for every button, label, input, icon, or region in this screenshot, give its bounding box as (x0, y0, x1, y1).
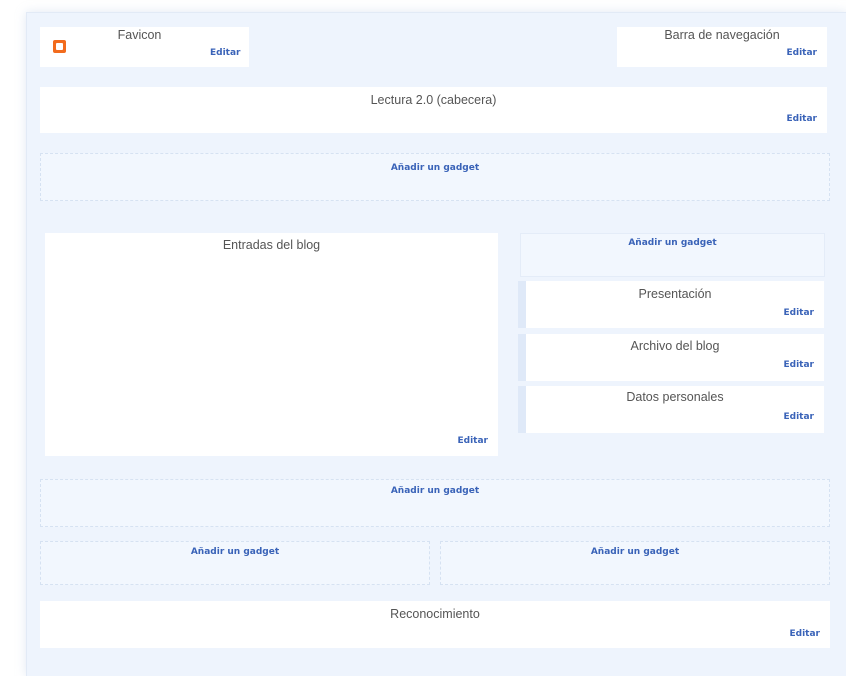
add-gadget-link[interactable]: Añadir un gadget (41, 163, 829, 173)
profile-edit-link[interactable]: Editar (784, 412, 815, 422)
header-widget: Lectura 2.0 (cabecera) Editar (40, 87, 827, 133)
add-gadget-link[interactable]: Añadir un gadget (521, 238, 824, 248)
blog-archive-title: Archivo del blog (630, 339, 720, 353)
header-edit-link[interactable]: Editar (787, 114, 818, 124)
drag-handle[interactable] (518, 281, 526, 328)
attribution-edit-link[interactable]: Editar (790, 629, 821, 639)
add-gadget-link[interactable]: Añadir un gadget (41, 547, 429, 557)
add-gadget-zone-footer-left: Añadir un gadget (40, 541, 430, 585)
add-gadget-zone-footer-right: Añadir un gadget (440, 541, 830, 585)
page-canvas: Favicon Editar Barra de navegación Edita… (0, 0, 846, 676)
drag-handle[interactable] (518, 386, 526, 433)
add-gadget-zone-sidebar: Añadir un gadget (520, 233, 825, 277)
blog-posts-title: Entradas del blog (222, 238, 321, 252)
add-gadget-zone-footer: Añadir un gadget (40, 479, 830, 527)
presentation-title: Presentación (638, 287, 712, 301)
favicon-edit-link[interactable]: Editar (210, 48, 241, 58)
header-title: Lectura 2.0 (cabecera) (370, 93, 497, 107)
navbar-widget: Barra de navegación Editar (617, 27, 827, 67)
favicon-widget: Favicon Editar (40, 27, 249, 67)
layout-editor: Favicon Editar Barra de navegación Edita… (26, 12, 846, 676)
blog-posts-edit-link[interactable]: Editar (458, 436, 489, 446)
navbar-title: Barra de navegación (664, 28, 780, 42)
presentation-widget: Presentación Editar (518, 281, 824, 328)
add-gadget-link[interactable]: Añadir un gadget (441, 547, 829, 557)
blog-archive-widget: Archivo del blog Editar (518, 334, 824, 381)
profile-title: Datos personales (626, 390, 724, 404)
add-gadget-link[interactable]: Añadir un gadget (41, 486, 829, 496)
add-gadget-zone-top: Añadir un gadget (40, 153, 830, 201)
presentation-edit-link[interactable]: Editar (784, 308, 815, 318)
profile-widget: Datos personales Editar (518, 386, 824, 433)
drag-handle[interactable] (518, 334, 526, 381)
blog-posts-widget: Entradas del blog Editar (45, 233, 498, 456)
favicon-title: Favicon (117, 28, 162, 42)
attribution-title: Reconocimiento (390, 607, 480, 621)
blog-archive-edit-link[interactable]: Editar (784, 360, 815, 370)
attribution-widget: Reconocimiento Editar (40, 601, 830, 648)
navbar-edit-link[interactable]: Editar (787, 48, 818, 58)
